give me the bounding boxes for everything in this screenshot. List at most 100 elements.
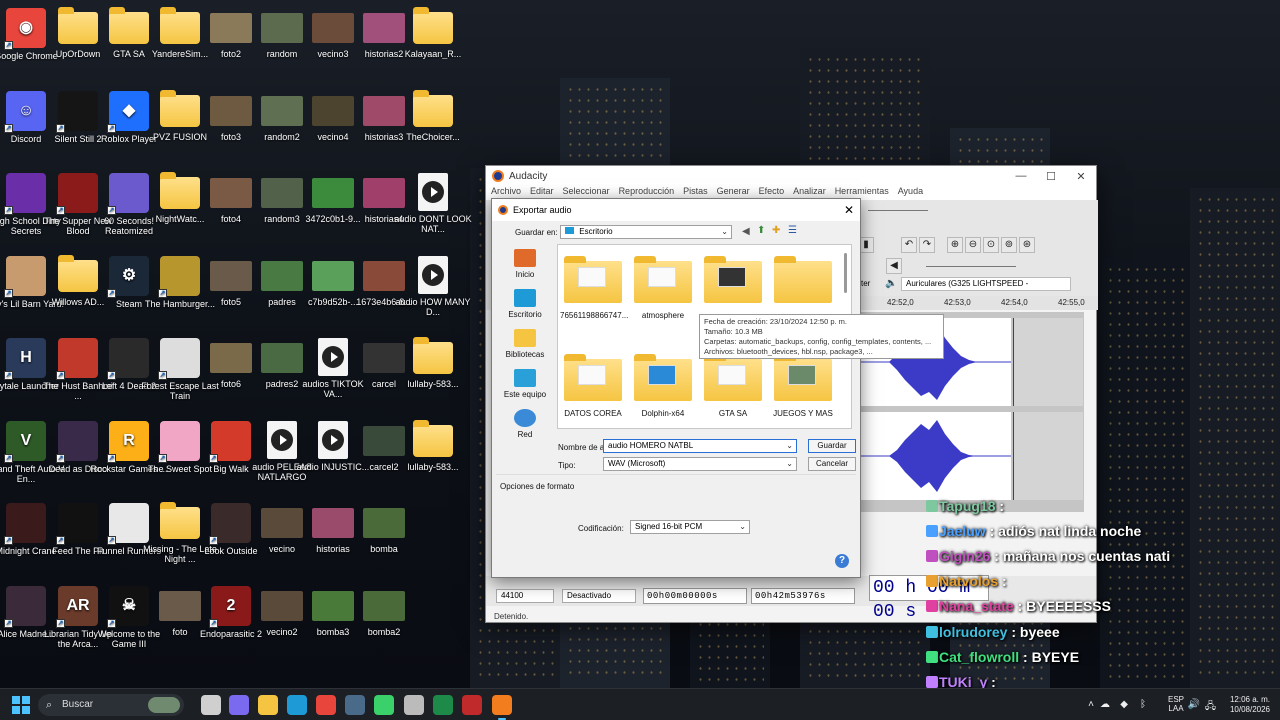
timeline-ruler[interactable]: 42:52,0 42:53,0 42:54,0 42:55,0 bbox=[858, 296, 1098, 310]
desktop-icon[interactable]: lullaby-583... bbox=[393, 418, 473, 498]
waveform-right-svg bbox=[861, 420, 1011, 492]
filename-input[interactable]: audio HOMERO NATBL ⌄ bbox=[603, 439, 797, 453]
selection-end-time[interactable]: 00h42m53976s bbox=[751, 588, 855, 604]
folder-item[interactable] bbox=[700, 256, 766, 311]
edge-taskbar-icon[interactable] bbox=[287, 695, 307, 715]
language-indicator[interactable]: ESP LAA bbox=[1168, 695, 1184, 713]
taskbar-search-box[interactable]: ⌕ Buscar bbox=[38, 694, 184, 716]
shortcut-arrow-icon: ↗ bbox=[4, 289, 13, 298]
export-audio-dialog[interactable]: Exportar audio ✕ Guardar en: Escritorio … bbox=[491, 198, 944, 578]
help-icon[interactable]: ? bbox=[835, 554, 849, 568]
redo-icon[interactable]: ↷ bbox=[919, 237, 935, 253]
desktop-icon[interactable]: bomba bbox=[344, 500, 424, 580]
dialog-close-icon[interactable]: ✕ bbox=[838, 203, 860, 217]
zoom-selection-icon[interactable]: ⊙ bbox=[983, 237, 999, 253]
save-in-select[interactable]: Escritorio ⌄ bbox=[560, 225, 732, 239]
record-meter[interactable] bbox=[868, 210, 928, 211]
chat-message: Tapug18 : bbox=[925, 498, 1004, 514]
shortcut-arrow-icon: ↗ bbox=[56, 619, 65, 628]
selection-start-time[interactable]: 00h00m00000s bbox=[643, 588, 747, 604]
place-inicio[interactable]: Inicio bbox=[498, 249, 552, 279]
chat-text: BYEYE bbox=[1031, 649, 1080, 665]
place-bibliotecas[interactable]: Bibliotecas bbox=[498, 329, 552, 359]
file-type-select[interactable]: WAV (Microsoft) ⌄ bbox=[603, 457, 797, 471]
chat-message: Jaeluw : adiós nat linda noche bbox=[925, 523, 1141, 539]
waveform-right-channel[interactable] bbox=[861, 412, 1011, 500]
image-thumbnail-icon bbox=[363, 508, 405, 538]
track-empty-region[interactable] bbox=[1013, 412, 1083, 500]
app-v-taskbar-icon[interactable] bbox=[462, 695, 482, 715]
place-este-equipo[interactable]: Este equipo bbox=[498, 369, 552, 399]
app-green-taskbar-icon[interactable] bbox=[374, 695, 394, 715]
shortcut-arrow-icon: ↗ bbox=[107, 454, 116, 463]
dialog-title: Exportar audio bbox=[513, 205, 572, 215]
back-icon[interactable]: ◀ bbox=[742, 226, 750, 237]
close-button[interactable]: ✕ bbox=[1066, 170, 1096, 183]
zoom-in-icon[interactable]: ⊕ bbox=[947, 237, 963, 253]
place-label: Red bbox=[517, 430, 533, 439]
view-menu-icon[interactable]: ☰ bbox=[788, 225, 797, 236]
folder-icon bbox=[413, 7, 453, 44]
folder-item[interactable]: Dolphin-x64 bbox=[630, 354, 696, 418]
maximize-button[interactable]: ☐ bbox=[1036, 170, 1066, 183]
new-folder-icon[interactable]: ✚ bbox=[772, 225, 780, 236]
save-in-label: Guardar en: bbox=[515, 228, 558, 237]
desktop-icon[interactable]: bomba2 bbox=[344, 583, 424, 663]
zoom-toggle-icon[interactable]: ⊛ bbox=[1019, 237, 1035, 253]
cancel-button[interactable]: Cancelar bbox=[808, 457, 856, 471]
explorer-taskbar-icon[interactable] bbox=[258, 695, 278, 715]
folder-item[interactable]: JUEGOS Y MAS bbox=[770, 354, 836, 418]
zoom-fit-icon[interactable]: ⊚ bbox=[1001, 237, 1017, 253]
save-button[interactable]: Guardar bbox=[808, 439, 856, 453]
folder-item[interactable]: GTA SA bbox=[700, 354, 766, 418]
folder-icon bbox=[413, 337, 453, 374]
app-gray-taskbar-icon[interactable] bbox=[404, 695, 424, 715]
desktop-icon[interactable]: lullaby-583... bbox=[393, 335, 473, 415]
shortcut-arrow-icon: ↗ bbox=[56, 454, 65, 463]
tooltip-line: Archivos: bluetooth_devices, hbl.nsp, pa… bbox=[704, 347, 873, 356]
app-x-taskbar-icon[interactable] bbox=[433, 695, 453, 715]
desktop-icon[interactable]: audio HOW MANY D... bbox=[393, 253, 473, 333]
copilot-taskbar-icon[interactable] bbox=[229, 695, 249, 715]
clock[interactable]: 12:06 a. m. 10/08/2026 bbox=[1210, 695, 1270, 715]
onedrive-icon[interactable]: ☁ bbox=[1100, 699, 1110, 710]
desktop-icon[interactable]: audio DONT LOOK NAT... bbox=[393, 170, 473, 250]
encoding-select[interactable]: Signed 16-bit PCM ⌄ bbox=[630, 520, 750, 534]
folder-item[interactable]: DATOS COREA bbox=[560, 354, 626, 418]
windows-start-icon[interactable] bbox=[12, 696, 30, 714]
folder-item[interactable]: 76561198866747... bbox=[560, 256, 628, 320]
steam-taskbar-icon[interactable] bbox=[345, 695, 365, 715]
task-view-taskbar-icon[interactable] bbox=[201, 695, 221, 715]
volume-icon[interactable]: 🔊 bbox=[1188, 699, 1200, 710]
place-escritorio[interactable]: Escritorio bbox=[498, 289, 552, 319]
desktop-icon[interactable]: Kalayaan_R... bbox=[393, 5, 473, 85]
minimize-button[interactable]: — bbox=[1006, 170, 1036, 183]
chrome-taskbar-icon[interactable] bbox=[316, 695, 336, 715]
undo-icon[interactable]: ↶ bbox=[901, 237, 917, 253]
chevron-up-icon[interactable]: ˄ bbox=[1088, 699, 1094, 710]
audacity-taskbar-icon[interactable] bbox=[492, 695, 512, 720]
dialog-titlebar[interactable]: Exportar audio ✕ bbox=[492, 199, 860, 221]
folder-icon bbox=[704, 354, 762, 401]
chat-message: Natvolos : bbox=[925, 573, 1007, 589]
output-device-select[interactable]: Auriculares (G325 LIGHTSPEED - bbox=[901, 277, 1071, 291]
playback-volume-slider[interactable] bbox=[926, 266, 1016, 267]
file-type-value: WAV (Microsoft) bbox=[608, 459, 666, 468]
file-list-scrollbar[interactable] bbox=[844, 253, 847, 293]
desktop-icon[interactable]: TheChoicer... bbox=[393, 88, 473, 168]
project-rate-select[interactable]: 44100 bbox=[496, 589, 554, 603]
app-tray-icon[interactable]: ◆ bbox=[1120, 699, 1128, 710]
chat-username: Natvolos bbox=[939, 573, 999, 589]
image-thumbnail-icon bbox=[363, 591, 405, 621]
snap-select[interactable]: Desactivado bbox=[562, 589, 636, 603]
up-folder-icon[interactable]: ⬆ bbox=[757, 225, 765, 236]
bluetooth-icon[interactable]: ᛒ bbox=[1140, 699, 1146, 710]
place-red[interactable]: Red bbox=[498, 409, 552, 439]
menu-ayuda[interactable]: Ayuda bbox=[898, 186, 923, 200]
zoom-out-icon[interactable]: ⊖ bbox=[965, 237, 981, 253]
audacity-titlebar[interactable]: Audacity — ☐ ✕ bbox=[486, 166, 1096, 186]
folder-item[interactable]: atmosphere bbox=[630, 256, 696, 320]
folder-item[interactable] bbox=[770, 256, 836, 311]
folder-name: DATOS COREA bbox=[564, 409, 622, 418]
track-empty-region[interactable] bbox=[1013, 318, 1083, 406]
